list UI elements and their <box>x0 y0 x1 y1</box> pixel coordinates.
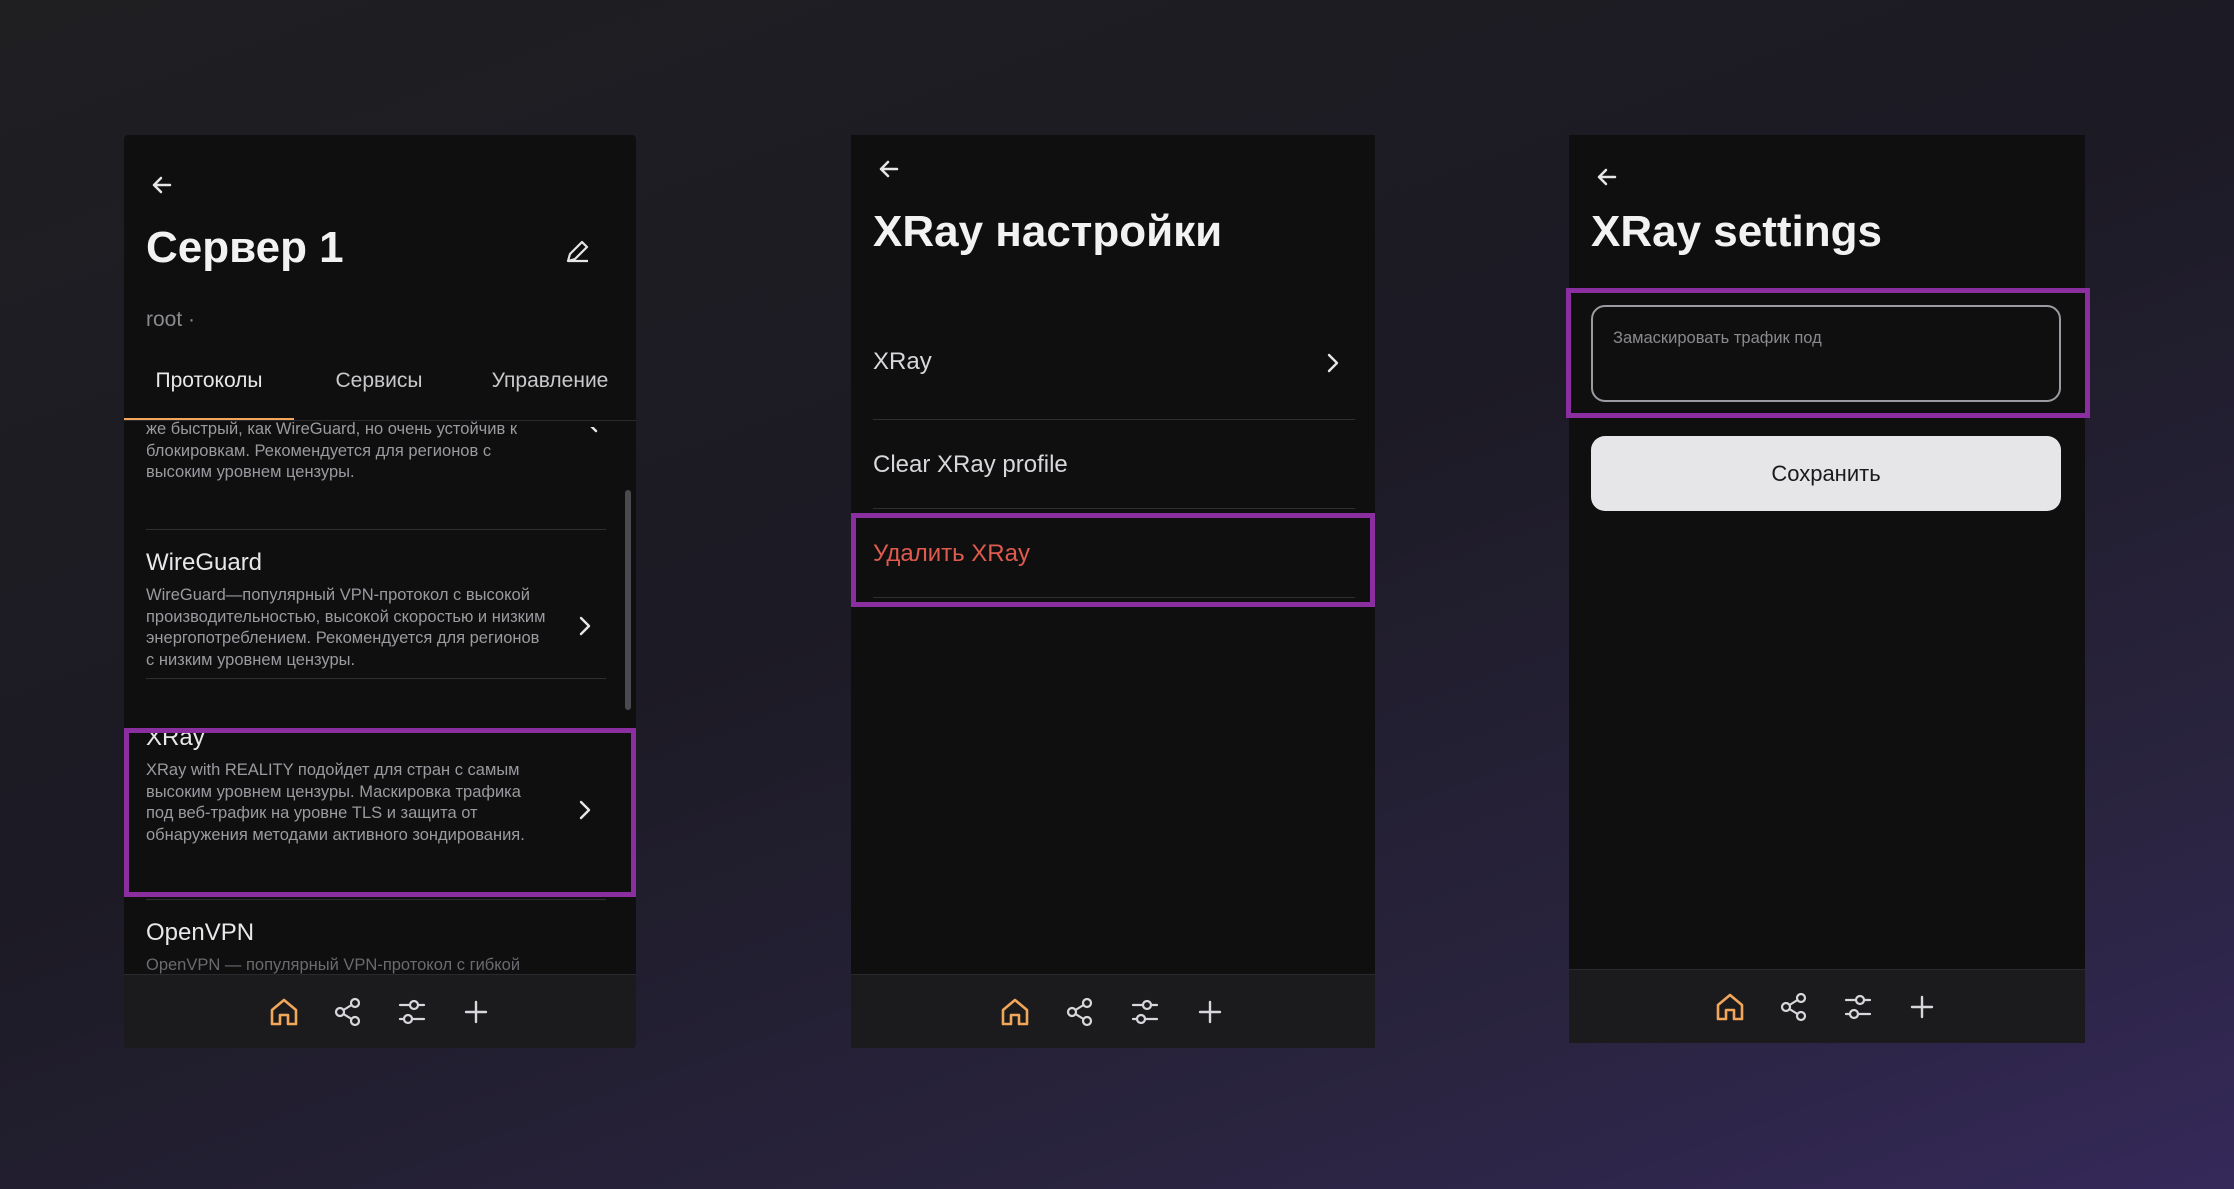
nav-home[interactable] <box>265 993 303 1031</box>
settings-sliders-icon <box>1844 994 1872 1020</box>
arrow-left-icon <box>1597 168 1617 186</box>
chevron-right-icon <box>1327 353 1339 373</box>
divider <box>146 678 606 679</box>
protocol-list: же быстрый, как WireGuard, но очень усто… <box>124 421 636 975</box>
delete-xray-row[interactable]: Удалить XRay <box>873 520 1355 590</box>
settings-sliders-icon <box>398 999 426 1025</box>
protocol-title: XRay <box>146 724 205 751</box>
divider <box>146 899 606 900</box>
home-icon <box>1716 993 1744 1021</box>
xray-settings-screen-ru: XRay настройки XRay Clear XRay profile У… <box>851 135 1375 1048</box>
protocol-item-xray[interactable]: XRay XRay with REALITY подойдет для стра… <box>146 724 606 846</box>
nav-home[interactable] <box>1711 988 1749 1026</box>
protocol-item-openvpn[interactable]: OpenVPN OpenVPN — популярный VPN-протоко… <box>146 919 606 975</box>
field-placeholder: Замаскировать трафик под <box>1613 329 1822 347</box>
scrollbar[interactable] <box>625 490 631 710</box>
nav-home[interactable] <box>996 993 1034 1031</box>
xray-settings-screen-en: XRay settings Замаскировать трафик под С… <box>1569 135 2085 1043</box>
edit-button[interactable] <box>558 231 598 271</box>
divider <box>873 597 1355 598</box>
tab-management[interactable]: Управление <box>464 360 636 418</box>
pencil-icon <box>566 240 589 263</box>
share-icon <box>1066 997 1093 1027</box>
server-subtitle: root · <box>146 308 196 331</box>
nav-settings[interactable] <box>393 993 431 1031</box>
protocol-description: XRay with REALITY подойдет для стран с с… <box>146 761 525 844</box>
nav-add[interactable] <box>1191 993 1229 1031</box>
plus-icon <box>1198 1000 1222 1024</box>
nav-share[interactable] <box>329 993 367 1031</box>
divider <box>873 419 1355 420</box>
page-title: XRay настройки <box>873 207 1223 256</box>
xray-row[interactable]: XRay <box>873 328 1355 398</box>
protocol-description: OpenVPN — популярный VPN-протокол с гибк… <box>146 956 521 974</box>
tab-services[interactable]: Сервисы <box>294 360 464 418</box>
bottom-nav <box>851 974 1375 1048</box>
bottom-nav <box>124 974 636 1048</box>
chevron-right-icon <box>579 616 591 636</box>
chevron-right-icon <box>590 427 598 433</box>
home-icon <box>1001 998 1029 1026</box>
nav-settings[interactable] <box>1839 988 1877 1026</box>
row-label: XRay <box>873 348 932 375</box>
save-button[interactable]: Сохранить <box>1591 436 2061 511</box>
clear-xray-profile-row[interactable]: Clear XRay profile <box>873 431 1355 501</box>
page-title: Сервер 1 <box>146 223 344 272</box>
masking-traffic-field[interactable]: Замаскировать трафик под <box>1591 305 2061 402</box>
nav-share[interactable] <box>1775 988 1813 1026</box>
protocol-title: WireGuard <box>146 549 263 576</box>
protocol-description: же быстрый, как WireGuard, но очень усто… <box>146 421 518 481</box>
divider <box>873 508 1355 509</box>
nav-share[interactable] <box>1061 993 1099 1031</box>
home-icon <box>270 998 298 1026</box>
row-label: Удалить XRay <box>873 540 1030 567</box>
share-icon <box>334 997 361 1027</box>
protocol-item-partial[interactable]: же быстрый, как WireGuard, но очень усто… <box>146 421 606 484</box>
arrow-left-icon <box>152 176 172 194</box>
protocol-description: WireGuard—популярный VPN-протокол с высо… <box>146 586 546 669</box>
arrow-left-icon <box>879 160 899 178</box>
chevron-right-icon <box>579 800 591 820</box>
nav-add[interactable] <box>457 993 495 1031</box>
share-icon <box>1780 992 1807 1022</box>
protocol-item-wireguard[interactable]: WireGuard WireGuard—популярный VPN-прото… <box>146 549 606 671</box>
plus-icon <box>1910 995 1934 1019</box>
divider <box>146 529 606 530</box>
back-button[interactable] <box>142 165 182 205</box>
page-title: XRay settings <box>1591 207 1882 256</box>
back-button[interactable] <box>1587 157 1627 197</box>
settings-sliders-icon <box>1131 999 1159 1025</box>
nav-add[interactable] <box>1903 988 1941 1026</box>
protocol-title: OpenVPN <box>146 919 255 946</box>
back-button[interactable] <box>869 149 909 189</box>
server-screen: Сервер 1 root · Протоколы Сервисы Управл… <box>124 135 636 1048</box>
nav-settings[interactable] <box>1126 993 1164 1031</box>
tab-bar: Протоколы Сервисы Управление <box>124 360 636 421</box>
bottom-nav <box>1569 969 2085 1043</box>
plus-icon <box>464 1000 488 1024</box>
row-label: Clear XRay profile <box>873 451 1068 478</box>
tab-protocols[interactable]: Протоколы <box>124 360 294 420</box>
